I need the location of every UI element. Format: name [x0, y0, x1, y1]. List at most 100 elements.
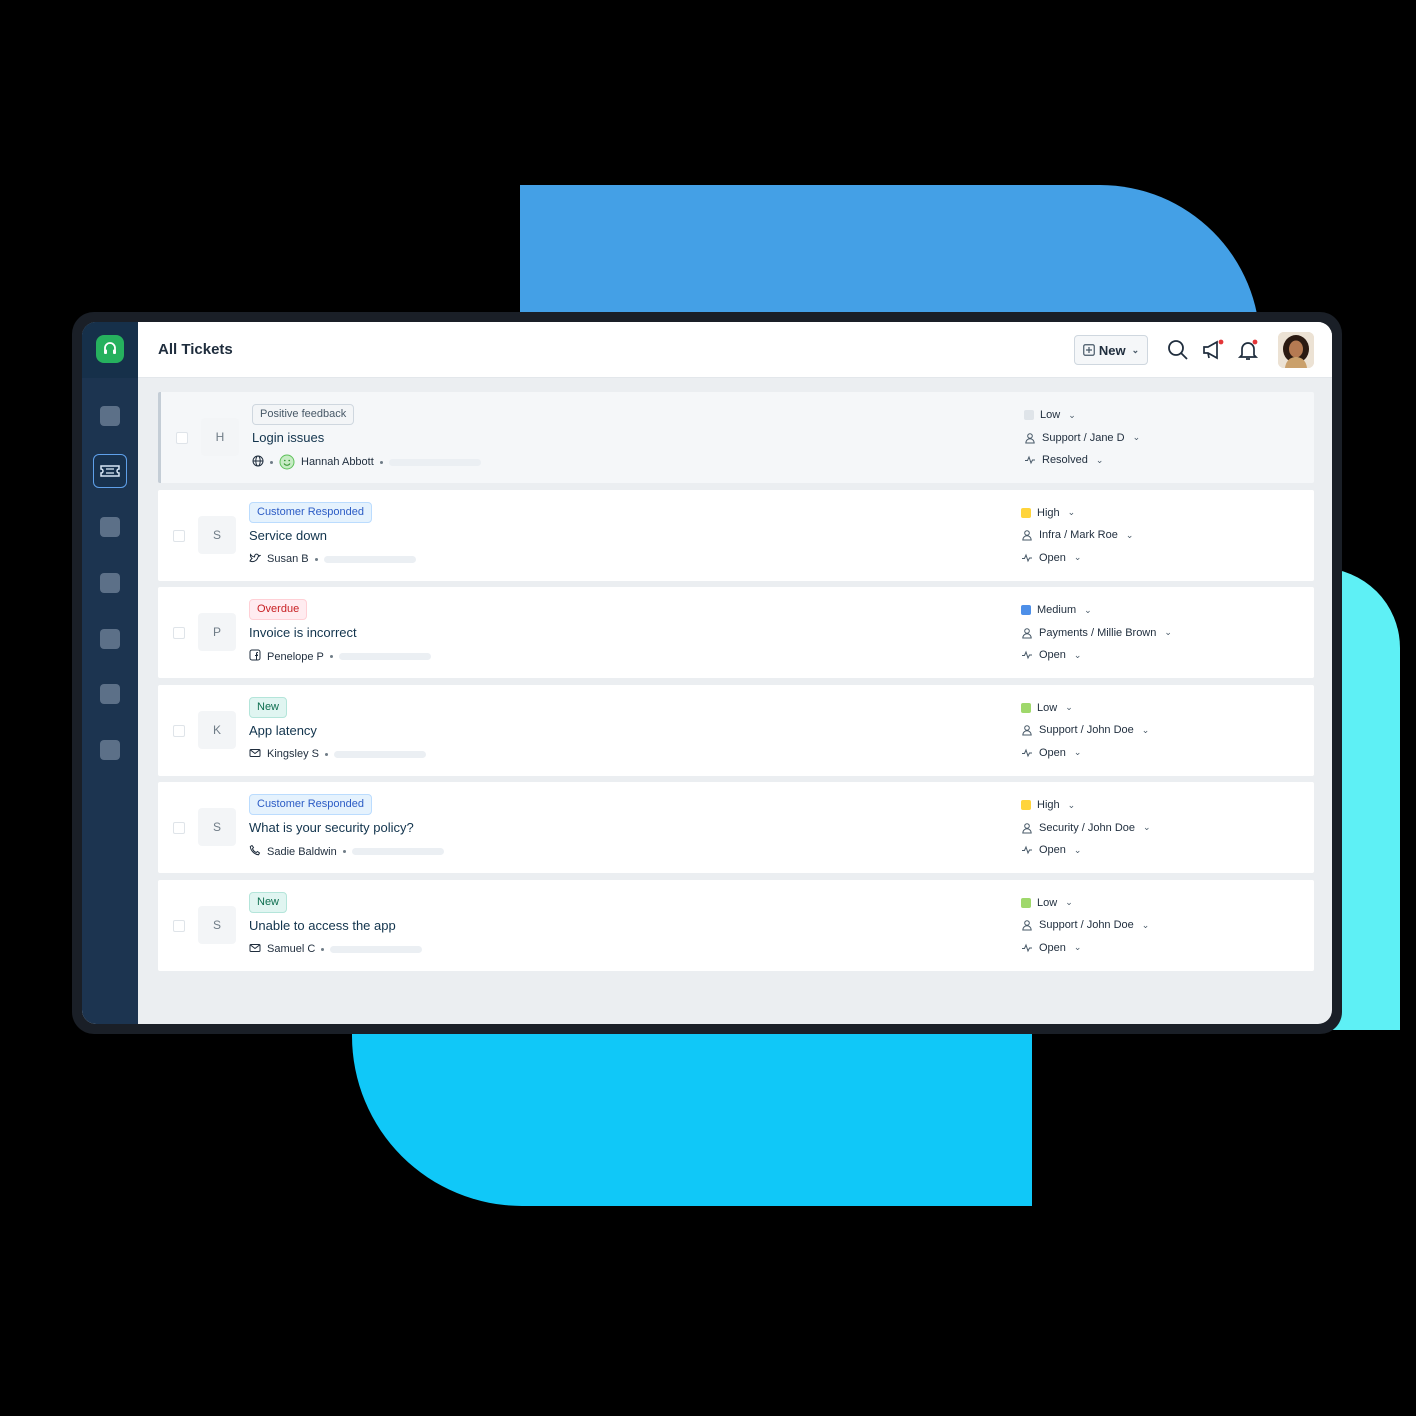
priority-label: High	[1037, 506, 1060, 519]
ticket-properties: Low ⌄ Support / Jane D ⌄ Resolved ⌄	[1024, 404, 1140, 472]
megaphone-icon[interactable]	[1201, 338, 1225, 362]
requester-name[interactable]: Hannah Abbott	[301, 456, 374, 468]
status-dropdown[interactable]: Open ⌄	[1021, 742, 1149, 765]
activity-icon	[1022, 748, 1032, 758]
person-icon	[1022, 725, 1032, 736]
chevron-down-icon: ⌄	[1143, 822, 1151, 833]
new-button[interactable]: New ⌄	[1074, 335, 1148, 365]
ticket-row[interactable]: S Customer Responded Service down Susan …	[158, 489, 1314, 581]
status-dropdown[interactable]: Open ⌄	[1021, 644, 1172, 667]
headset-icon[interactable]	[96, 335, 124, 363]
requester-name[interactable]: Kingsley S	[267, 748, 319, 760]
group-agent-dropdown[interactable]: Security / John Doe ⌄	[1021, 817, 1151, 840]
ticket-checkbox[interactable]	[173, 529, 185, 542]
status-label: Open	[1039, 551, 1066, 564]
ticket-checkbox[interactable]	[173, 724, 185, 737]
ticket-tag: Overdue	[249, 599, 308, 620]
priority-swatch	[1021, 897, 1031, 908]
ticket-meta: Kingsley S	[249, 747, 426, 762]
ticket-subject[interactable]: Service down	[249, 528, 327, 543]
priority-swatch	[1021, 507, 1031, 518]
requester-name[interactable]: Sadie Baldwin	[267, 846, 337, 858]
priority-label: Low	[1037, 701, 1058, 714]
priority-dropdown[interactable]: Low ⌄	[1021, 697, 1149, 720]
sidebar-item-7[interactable]	[100, 740, 120, 760]
ticket-checkbox[interactable]	[173, 919, 185, 932]
page-title: All Tickets	[158, 341, 233, 358]
status-dropdown[interactable]: Open ⌄	[1021, 839, 1151, 862]
ticket-row[interactable]: S New Unable to access the app Samuel C …	[158, 879, 1314, 971]
status-label: Open	[1039, 649, 1066, 662]
requester-avatar: S	[198, 808, 236, 846]
status-label: Open	[1039, 941, 1066, 954]
ticket-row[interactable]: S Customer Responded What is your securi…	[158, 782, 1314, 873]
status-dropdown[interactable]: Resolved ⌄	[1024, 449, 1140, 472]
email-icon	[249, 747, 261, 762]
ticket-meta: Sadie Baldwin	[249, 844, 444, 859]
priority-label: Low	[1040, 409, 1061, 422]
priority-dropdown[interactable]: Low ⌄	[1024, 404, 1140, 427]
group-agent-label: Support / Jane D	[1042, 431, 1125, 444]
ticket-row[interactable]: K New App latency Kingsley S Low ⌄ Suppo…	[158, 684, 1314, 776]
sidebar-item-1[interactable]	[100, 406, 120, 426]
requester-avatar: P	[198, 613, 236, 651]
smiley-icon	[279, 454, 295, 470]
separator-dot	[324, 752, 328, 756]
priority-dropdown[interactable]: High ⌄	[1021, 794, 1151, 817]
requester-name[interactable]: Penelope P	[267, 651, 324, 663]
sidebar-item-5[interactable]	[100, 629, 120, 649]
ticket-checkbox[interactable]	[173, 627, 185, 639]
group-agent-dropdown[interactable]: Support / John Doe ⌄	[1021, 719, 1149, 742]
activity-icon	[1022, 650, 1032, 660]
requester-name[interactable]: Samuel C	[267, 943, 315, 955]
person-icon	[1022, 822, 1032, 834]
sidebar-item-3[interactable]	[100, 517, 120, 537]
placeholder-bar	[330, 945, 423, 953]
activity-icon	[1025, 455, 1035, 465]
sidebar-item-6[interactable]	[100, 684, 120, 704]
chevron-down-icon: ⌄	[1125, 529, 1134, 540]
group-agent-dropdown[interactable]: Infra / Mark Roe ⌄	[1021, 524, 1133, 547]
group-agent-dropdown[interactable]: Support / John Doe ⌄	[1021, 914, 1149, 937]
bell-icon[interactable]	[1236, 338, 1260, 362]
ticket-row[interactable]: H Positive feedback Login issues Hannah …	[158, 392, 1314, 483]
group-agent-dropdown[interactable]: Payments / Millie Brown ⌄	[1021, 622, 1172, 645]
person-icon	[1022, 530, 1032, 541]
ticket-subject[interactable]: Unable to access the app	[249, 918, 396, 933]
priority-dropdown[interactable]: Medium ⌄	[1021, 599, 1172, 622]
ticket-meta: Samuel C	[249, 942, 423, 957]
priority-label: Medium	[1037, 604, 1077, 617]
ticket-checkbox[interactable]	[176, 432, 188, 444]
requester-avatar: S	[198, 905, 236, 944]
status-dropdown[interactable]: Open ⌄	[1021, 547, 1133, 570]
background-shape-light-blue	[352, 1010, 1032, 1206]
app-frame: All Tickets New ⌄ H Positive feedback Lo…	[82, 322, 1332, 1024]
ticket-meta: Penelope P	[249, 649, 431, 664]
chevron-down-icon: ⌄	[1084, 604, 1092, 615]
activity-icon	[1022, 943, 1032, 953]
ticket-subject[interactable]: Login issues	[252, 430, 324, 445]
group-agent-label: Payments / Millie Brown	[1039, 626, 1157, 639]
sidebar-item-4[interactable]	[100, 573, 120, 593]
ticket-row[interactable]: P Overdue Invoice is incorrect Penelope …	[158, 587, 1314, 678]
status-dropdown[interactable]: Open ⌄	[1021, 937, 1149, 960]
email-icon	[249, 942, 261, 957]
ticket-meta: Susan B	[249, 552, 416, 567]
ticket-properties: High ⌄ Security / John Doe ⌄ Open ⌄	[1021, 794, 1151, 862]
avatar[interactable]	[1278, 332, 1314, 368]
ticket-icon[interactable]	[93, 454, 127, 488]
search-icon[interactable]	[1166, 338, 1190, 362]
ticket-subject[interactable]: Invoice is incorrect	[249, 625, 357, 640]
ticket-subject[interactable]: What is your security policy?	[249, 820, 414, 835]
group-agent-dropdown[interactable]: Support / Jane D ⌄	[1024, 427, 1140, 450]
priority-swatch	[1021, 702, 1031, 713]
requester-name[interactable]: Susan B	[267, 553, 309, 565]
twitter-icon	[249, 552, 262, 567]
ticket-subject[interactable]: App latency	[249, 723, 317, 738]
group-agent-label: Support / John Doe	[1039, 724, 1134, 737]
ticket-checkbox[interactable]	[173, 822, 185, 834]
ticket-tag: New	[249, 696, 288, 718]
priority-dropdown[interactable]: Low ⌄	[1021, 892, 1149, 915]
chevron-down-icon: ⌄	[1073, 649, 1082, 660]
priority-dropdown[interactable]: High ⌄	[1021, 502, 1133, 525]
